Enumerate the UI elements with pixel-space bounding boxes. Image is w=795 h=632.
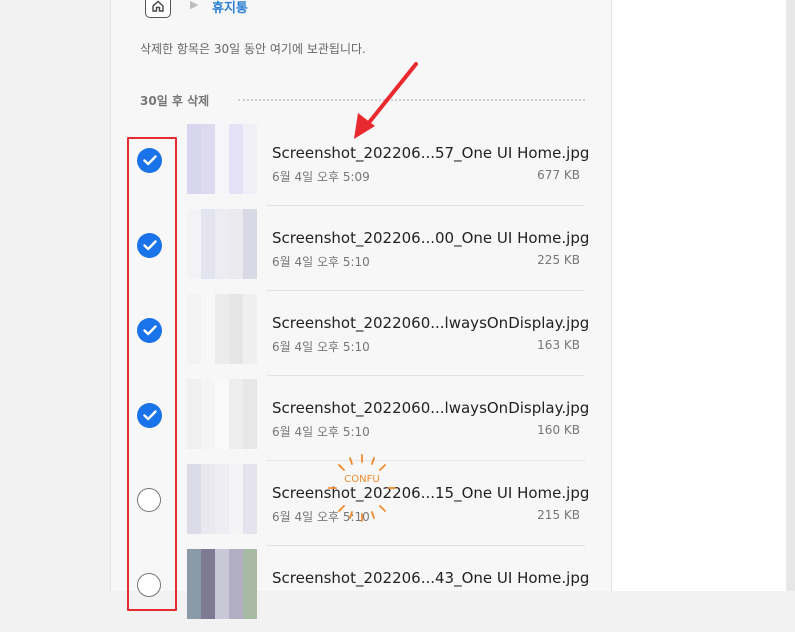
svg-text:CONFU: CONFU	[344, 474, 379, 485]
watermark-logo: CONFU	[328, 454, 396, 522]
